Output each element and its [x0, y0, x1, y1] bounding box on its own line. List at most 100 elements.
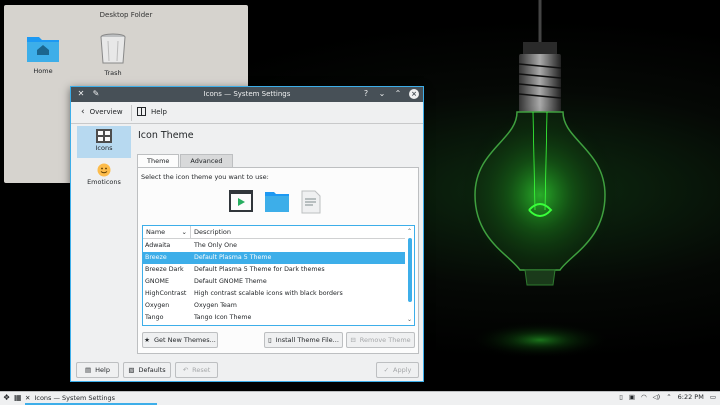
- clipboard-icon[interactable]: ▯: [619, 393, 623, 401]
- folder-preview-icon: [265, 192, 289, 212]
- table-row[interactable]: HighContrast High contrast scalable icon…: [143, 288, 406, 300]
- system-settings-icon: ✕: [25, 394, 31, 402]
- row-name: Breeze: [145, 254, 167, 261]
- table-row[interactable]: Oxygen Oxygen Team: [143, 300, 406, 312]
- scrollbar-thumb[interactable]: [408, 238, 412, 302]
- column-header-label: Name: [146, 228, 166, 236]
- button-label: Defaults: [138, 366, 166, 374]
- undo-icon: ↶: [182, 366, 189, 374]
- sidebar-item-emoticons[interactable]: Emoticons: [77, 160, 131, 190]
- row-description: The Only One: [194, 242, 237, 249]
- overview-label: Overview: [89, 108, 123, 116]
- icons-category-icon: [96, 129, 112, 143]
- expand-tray-icon[interactable]: ⌃: [666, 393, 671, 401]
- desktop-icon-label: Home: [33, 67, 53, 75]
- apply-button[interactable]: ✓ Apply: [376, 362, 419, 378]
- row-description: High contrast scalable icons with black …: [194, 290, 343, 297]
- column-header-description[interactable]: Description: [191, 226, 231, 238]
- table-row[interactable]: Breeze Dark Default Plasma 5 Theme for D…: [143, 264, 406, 276]
- button-label: Install Theme File...: [275, 336, 339, 344]
- row-name: Tango: [145, 314, 164, 321]
- tab-advanced[interactable]: Advanced: [180, 154, 233, 167]
- desktop-icon-home[interactable]: Home: [18, 33, 68, 75]
- emoticon-icon: [97, 163, 111, 177]
- close-icon[interactable]: ×: [409, 89, 419, 99]
- back-arrow-icon: ‹: [81, 107, 85, 117]
- window-titlebar[interactable]: ✕ ✎ Icons — System Settings ? ⌄ ⌃ ×: [71, 87, 423, 102]
- select-theme-prompt: Select the icon theme you want to use:: [141, 173, 269, 181]
- device-icon[interactable]: ▣: [629, 393, 635, 401]
- sidebar-item-label: Icons: [95, 144, 113, 152]
- system-settings-window: ✕ ✎ Icons — System Settings ? ⌄ ⌃ × ‹ Ov…: [70, 86, 424, 382]
- install-theme-file-button[interactable]: ▯ Install Theme File...: [264, 332, 343, 348]
- page-title: Icon Theme: [138, 130, 194, 141]
- sort-chevron-icon: ⌄: [181, 228, 187, 236]
- scroll-down-icon[interactable]: ⌄: [405, 315, 414, 324]
- star-icon: ★: [144, 336, 150, 344]
- get-new-themes-button[interactable]: ★ Get New Themes...: [142, 332, 218, 348]
- minimize-icon[interactable]: ⌄: [377, 89, 387, 99]
- clock[interactable]: 6:22 PM: [678, 393, 704, 401]
- show-desktop-icon[interactable]: ▭: [710, 393, 716, 401]
- check-icon: ✓: [383, 366, 390, 374]
- table-row[interactable]: Adwaita The Only One: [143, 240, 406, 252]
- button-label: Help: [95, 366, 110, 374]
- toolbar-divider: [131, 105, 132, 121]
- row-name: HighContrast: [145, 290, 187, 297]
- row-name: Oxygen: [145, 302, 170, 309]
- row-description: Default GNOME Theme: [194, 278, 267, 285]
- button-label: Remove Theme: [359, 336, 411, 344]
- lightbulb-wallpaper: [460, 0, 620, 358]
- taskbar-task-label: Icons — System Settings: [34, 394, 116, 402]
- row-name: Breeze Dark: [145, 266, 184, 273]
- remove-icon: ⊟: [350, 336, 356, 344]
- tab-bar: Theme Advanced: [137, 154, 234, 167]
- settings-sidebar: Icons Emoticons: [71, 124, 133, 358]
- help-book-icon: [137, 107, 146, 116]
- button-label: Reset: [192, 366, 211, 374]
- row-description: Tango Icon Theme: [194, 314, 252, 321]
- table-row[interactable]: GNOME Default GNOME Theme: [143, 276, 406, 288]
- icon-theme-list[interactable]: Name ⌄ Description Adwaita The Only One …: [142, 225, 415, 326]
- volume-icon[interactable]: ◁): [653, 393, 661, 401]
- file-icon: ▯: [268, 336, 272, 344]
- list-scrollbar[interactable]: ⌃ ⌄: [405, 226, 414, 325]
- defaults-icon: ▧: [128, 366, 135, 374]
- row-description: Default Plasma 5 Theme for Dark themes: [194, 266, 325, 273]
- reset-button[interactable]: ↶ Reset: [175, 362, 218, 378]
- sidebar-item-icons[interactable]: Icons: [77, 126, 131, 158]
- media-player-preview-icon: [229, 190, 253, 212]
- table-row[interactable]: Tango Tango Icon Theme: [143, 312, 406, 324]
- help-toolbar-button[interactable]: Help: [137, 107, 167, 116]
- taskbar-task-system-settings[interactable]: ✕ Icons — System Settings: [25, 393, 157, 405]
- desktop-icon-trash[interactable]: Trash: [88, 33, 138, 77]
- remove-theme-button[interactable]: ⊟ Remove Theme: [346, 332, 415, 348]
- sidebar-item-label: Emoticons: [87, 178, 121, 186]
- settings-content: Icon Theme Theme Advanced Select the ico…: [133, 124, 423, 358]
- pager-icon[interactable]: ▦: [14, 393, 22, 402]
- help-button[interactable]: ▤ Help: [76, 362, 119, 378]
- list-header: Name ⌄ Description: [143, 226, 414, 239]
- network-icon[interactable]: ◠: [641, 393, 647, 401]
- row-description: Oxygen Team: [194, 302, 237, 309]
- window-toolbar: ‹ Overview Help: [71, 102, 423, 124]
- system-tray: ▯ ▣ ◠ ◁) ⌃ 6:22 PM ▭: [619, 393, 716, 401]
- desktop-icon-label: Trash: [104, 69, 122, 77]
- window-button-bar: ▤ Help ▧ Defaults ↶ Reset ✓ Apply: [71, 358, 423, 382]
- tab-theme[interactable]: Theme: [137, 154, 180, 167]
- overview-button[interactable]: ‹ Overview: [81, 107, 123, 117]
- trash-icon: [100, 33, 126, 64]
- help-question-icon[interactable]: ?: [361, 89, 371, 99]
- scroll-up-icon[interactable]: ⌃: [405, 227, 414, 236]
- theme-panel: Select the icon theme you want to use: N…: [137, 167, 419, 354]
- help-label: Help: [151, 107, 167, 116]
- row-description: Default Plasma 5 Theme: [194, 254, 272, 261]
- help-book-icon: ▤: [85, 366, 92, 374]
- column-header-name[interactable]: Name ⌄: [143, 226, 191, 238]
- app-launcher-icon[interactable]: ❖: [3, 393, 10, 402]
- list-rows: Adwaita The Only One Breeze Default Plas…: [143, 240, 406, 324]
- row-name: Adwaita: [145, 242, 171, 249]
- maximize-icon[interactable]: ⌃: [393, 89, 403, 99]
- defaults-button[interactable]: ▧ Defaults: [123, 362, 171, 378]
- table-row-selected[interactable]: Breeze Default Plasma 5 Theme: [143, 252, 406, 264]
